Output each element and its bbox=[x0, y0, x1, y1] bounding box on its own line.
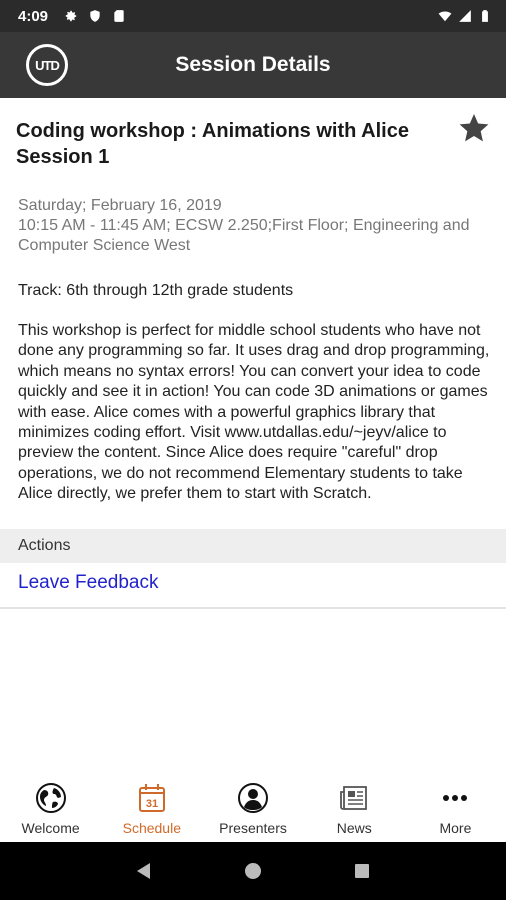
nav-label-news: News bbox=[336, 820, 372, 836]
session-track: Track: 6th through 12th grade students bbox=[18, 282, 294, 299]
nav-label-schedule: Schedule bbox=[122, 820, 181, 836]
utd-logo[interactable]: UTD bbox=[26, 44, 68, 86]
system-nav-bar bbox=[0, 842, 506, 900]
status-icons-left bbox=[64, 9, 126, 23]
shield-icon bbox=[90, 10, 100, 22]
title-row: Coding workshop : Animations with Alice … bbox=[0, 98, 506, 170]
sd-card-icon bbox=[114, 10, 124, 22]
back-icon[interactable] bbox=[134, 861, 154, 881]
bottom-nav: Welcome 31 Schedule Presenters News More bbox=[0, 776, 506, 842]
calendar-icon: 31 bbox=[138, 784, 165, 812]
globe-icon bbox=[35, 783, 66, 813]
nav-schedule[interactable]: 31 Schedule bbox=[101, 776, 202, 842]
recents-icon[interactable] bbox=[352, 861, 372, 881]
status-bar: 4:09 bbox=[0, 0, 506, 32]
app-bar: UTD Session Details bbox=[0, 32, 506, 98]
more-dots-icon bbox=[443, 795, 468, 801]
nav-label-presenters: Presenters bbox=[219, 820, 287, 836]
session-description: This workshop is perfect for middle scho… bbox=[18, 322, 490, 503]
divider bbox=[0, 607, 506, 609]
signal-icon bbox=[459, 10, 471, 22]
nav-news[interactable]: News bbox=[304, 776, 405, 842]
session-title: Coding workshop : Animations with Alice … bbox=[16, 120, 409, 168]
page-title: Session Details bbox=[175, 53, 331, 76]
gear-icon bbox=[65, 10, 77, 22]
status-icons-right bbox=[438, 9, 492, 23]
nav-more[interactable]: More bbox=[405, 776, 506, 842]
session-date: Saturday; February 16, 2019 bbox=[18, 197, 222, 214]
nav-label-welcome: Welcome bbox=[21, 820, 80, 836]
nav-label-more: More bbox=[439, 820, 472, 836]
nav-welcome[interactable]: Welcome bbox=[0, 776, 101, 842]
leave-feedback-link[interactable]: Leave Feedback bbox=[18, 572, 159, 594]
calendar-day: 31 bbox=[146, 798, 158, 810]
nav-presenters[interactable]: Presenters bbox=[202, 776, 303, 842]
newspaper-icon bbox=[340, 786, 368, 810]
actions-header: Actions bbox=[0, 529, 506, 563]
home-icon[interactable] bbox=[243, 861, 263, 881]
session-time-location: 10:15 AM - 11:45 AM; ECSW 2.250;First Fl… bbox=[18, 217, 470, 254]
logo-text: UTD bbox=[35, 57, 60, 73]
battery-icon bbox=[482, 10, 488, 22]
star-icon[interactable] bbox=[458, 112, 490, 144]
wifi-icon bbox=[438, 11, 452, 22]
person-icon bbox=[238, 783, 268, 813]
session-details: Coding workshop : Animations with Alice … bbox=[0, 98, 506, 505]
status-time: 4:09 bbox=[18, 7, 49, 25]
session-meta: Saturday; February 16, 2019 10:15 AM - 1… bbox=[0, 170, 506, 256]
